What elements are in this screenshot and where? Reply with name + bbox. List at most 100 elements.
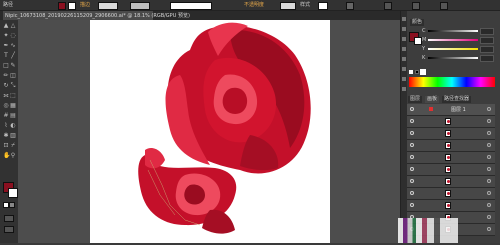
color-panel-stroke[interactable] [414, 37, 422, 45]
gradient-tool-icon[interactable]: ▤ [10, 113, 16, 119]
channel-m-field[interactable] [480, 37, 494, 44]
target-circle-icon[interactable] [487, 191, 491, 195]
perspective-grid-tool-icon[interactable]: ▦ [10, 103, 16, 109]
layer-row[interactable] [407, 200, 495, 212]
zoom-tool-icon[interactable]: ⚲ [10, 153, 16, 159]
variable-width-field[interactable] [130, 2, 150, 10]
target-circle-icon[interactable] [487, 167, 491, 171]
style-swatch[interactable] [318, 2, 328, 10]
rose-artwork[interactable] [90, 20, 330, 243]
brush-definition-field[interactable] [170, 2, 212, 10]
stroke-weight-field[interactable] [98, 2, 118, 10]
channel-y-field[interactable] [480, 46, 494, 53]
type-tool-icon[interactable]: T [3, 53, 9, 59]
color-spectrum[interactable] [409, 77, 495, 87]
drawing-mode-icon[interactable] [4, 215, 14, 222]
channel-y-slider[interactable] [428, 48, 478, 50]
target-circle-icon[interactable] [487, 119, 491, 123]
opacity-field[interactable] [280, 2, 296, 10]
eyedropper-tool-icon[interactable]: ⌇ [3, 123, 9, 129]
channel-k-field[interactable] [480, 55, 494, 62]
blend-tool-icon[interactable]: ◐ [10, 123, 16, 129]
channel-c-field[interactable] [480, 28, 494, 35]
stroke-color-box[interactable] [8, 188, 18, 198]
target-circle-icon[interactable] [487, 107, 491, 111]
layer-row[interactable] [407, 116, 495, 128]
visibility-eye-icon[interactable] [410, 119, 414, 123]
target-circle-icon[interactable] [487, 143, 491, 147]
visibility-eye-icon[interactable] [410, 107, 414, 111]
layer-top-row[interactable]: 图层 1 [407, 104, 495, 116]
layer-row[interactable] [407, 152, 495, 164]
visibility-eye-icon[interactable] [410, 179, 414, 183]
screen-mode-icon[interactable] [4, 226, 14, 233]
artboard-tool-icon[interactable]: ⊡ [3, 143, 9, 149]
pathfinder-tab[interactable]: 路径查找器 [442, 96, 472, 103]
channel-k-slider[interactable] [428, 57, 478, 59]
line-tool-icon[interactable]: ╱ [10, 53, 16, 59]
graph-tool-icon[interactable]: ▥ [10, 133, 16, 139]
layer-row[interactable] [407, 176, 495, 188]
document-tab[interactable]: Nipic_10673108_20190226115209_2906600.ai… [3, 11, 190, 20]
pen-tool-icon[interactable]: ✒ [3, 43, 9, 49]
free-transform-tool-icon[interactable]: ⬚ [10, 93, 16, 99]
gradient-panel-icon[interactable] [402, 67, 406, 71]
layer-row[interactable] [407, 140, 495, 152]
hand-tool-icon[interactable]: ✋ [3, 153, 10, 159]
stroke-panel-icon[interactable] [402, 57, 406, 61]
transparency-panel-icon[interactable] [402, 77, 406, 81]
eraser-tool-icon[interactable]: ◫ [10, 73, 16, 79]
visibility-eye-icon[interactable] [410, 167, 414, 171]
rotate-tool-icon[interactable]: ↻ [3, 83, 9, 89]
shape-builder-tool-icon[interactable]: ◎ [3, 103, 9, 109]
pencil-tool-icon[interactable]: ✏ [3, 73, 9, 79]
panel-menu-icon[interactable] [440, 2, 448, 10]
lasso-tool-icon[interactable]: ◌ [10, 33, 16, 39]
channel-c-slider[interactable] [428, 30, 478, 32]
target-circle-icon[interactable] [487, 131, 491, 135]
slice-tool-icon[interactable]: ⌿ [10, 143, 16, 149]
curvature-tool-icon[interactable]: ∿ [10, 43, 16, 49]
visibility-eye-icon[interactable] [410, 191, 414, 195]
layer-row[interactable] [407, 188, 495, 200]
layer-row[interactable] [407, 128, 495, 140]
none-swatch[interactable] [409, 70, 413, 74]
symbol-sprayer-tool-icon[interactable]: ✱ [3, 133, 9, 139]
align-icon[interactable] [346, 2, 354, 10]
magic-wand-tool-icon[interactable]: ✦ [3, 33, 9, 39]
direct-selection-tool-icon[interactable]: △ [10, 23, 16, 29]
target-circle-icon[interactable] [487, 203, 491, 207]
visibility-eye-icon[interactable] [410, 155, 414, 159]
layer-name[interactable]: 图层 1 [451, 106, 466, 113]
color-panel-tab[interactable]: 颜色 [410, 19, 425, 26]
stroke-swatch[interactable] [68, 2, 76, 10]
visibility-eye-icon[interactable] [410, 143, 414, 147]
opacity-label[interactable]: 不透明度 [244, 2, 264, 8]
target-circle-icon[interactable] [487, 155, 491, 159]
white-swatch[interactable] [420, 69, 426, 75]
artboard[interactable] [90, 20, 330, 243]
arrange-icon[interactable] [412, 2, 420, 10]
artboards-tab[interactable]: 画板 [425, 96, 440, 103]
target-circle-icon[interactable] [487, 179, 491, 183]
black-swatch[interactable] [415, 70, 419, 74]
transform-icon[interactable] [384, 2, 392, 10]
visibility-eye-icon[interactable] [410, 203, 414, 207]
swatches-panel-icon[interactable] [402, 27, 406, 31]
target-circle-icon[interactable] [487, 215, 491, 219]
appearance-panel-icon[interactable] [402, 87, 406, 91]
fill-swatch[interactable] [58, 2, 66, 10]
paintbrush-tool-icon[interactable]: ✎ [10, 63, 16, 69]
color-panel-icon[interactable] [402, 17, 406, 21]
target-circle-icon[interactable] [487, 227, 491, 231]
width-tool-icon[interactable]: ⟗ [3, 93, 9, 99]
channel-m-slider[interactable] [428, 39, 478, 41]
selection-tool-icon[interactable]: ▲ [3, 23, 9, 29]
gradient-mode-button[interactable] [9, 202, 15, 208]
visibility-eye-icon[interactable] [410, 131, 414, 135]
layers-tab[interactable]: 图层 [408, 96, 423, 103]
mesh-tool-icon[interactable]: # [3, 113, 9, 119]
brushes-panel-icon[interactable] [402, 37, 406, 41]
symbols-panel-icon[interactable] [402, 47, 406, 51]
stroke-label[interactable]: 描边 [80, 2, 90, 8]
